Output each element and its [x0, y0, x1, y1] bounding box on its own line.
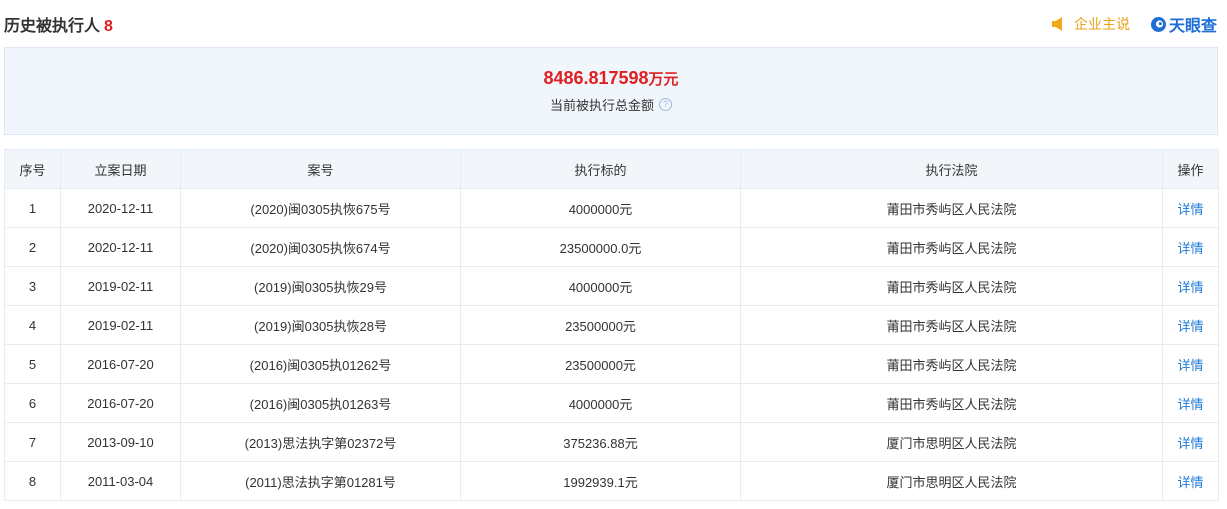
cell-execution-target: 23500000.0元: [460, 227, 741, 267]
detail-link[interactable]: 详情: [1177, 436, 1203, 451]
cell-action: 详情: [1162, 422, 1219, 462]
cell-court: 莆田市秀屿区人民法院: [740, 188, 1163, 228]
cell-action: 详情: [1162, 344, 1219, 384]
section-title: 历史被执行人 8: [4, 12, 113, 36]
table-row: 8 2011-03-04 (2011)思法执字第01281号 1992939.1…: [4, 461, 1219, 501]
section-header: 历史被执行人 8 企业主说 天眼查: [0, 0, 1227, 46]
cell-case-number: (2020)闽0305执恢675号: [180, 188, 461, 228]
cell-index: 4: [4, 305, 61, 345]
section-title-text: 历史被执行人: [4, 18, 101, 35]
table-header-row: 序号 立案日期 案号 执行标的 执行法院 操作: [4, 149, 1219, 189]
cell-court: 莆田市秀屿区人民法院: [740, 266, 1163, 306]
cell-action: 详情: [1162, 188, 1219, 228]
cell-court: 厦门市思明区人民法院: [740, 461, 1163, 501]
cell-action: 详情: [1162, 305, 1219, 345]
cell-execution-target: 23500000元: [460, 344, 741, 384]
cell-execution-target: 4000000元: [460, 188, 741, 228]
total-amount-label-row: 当前被执行总金额 ?: [5, 95, 1217, 114]
column-header-filing-date: 立案日期: [60, 149, 181, 189]
table-row: 2 2020-12-11 (2020)闽0305执恢674号 23500000.…: [4, 227, 1219, 267]
brand-logo: 天眼查: [1150, 12, 1217, 36]
cell-action: 详情: [1162, 227, 1219, 267]
cell-case-number: (2020)闽0305执恢674号: [180, 227, 461, 267]
cell-filing-date: 2020-12-11: [60, 227, 181, 267]
detail-link[interactable]: 详情: [1177, 358, 1203, 373]
cell-index: 6: [4, 383, 61, 423]
cell-filing-date: 2016-07-20: [60, 383, 181, 423]
detail-link[interactable]: 详情: [1177, 241, 1203, 256]
cell-index: 2: [4, 227, 61, 267]
cell-court: 莆田市秀屿区人民法院: [740, 227, 1163, 267]
column-header-execution-target: 执行标的: [460, 149, 741, 189]
cell-execution-target: 23500000元: [460, 305, 741, 345]
cell-filing-date: 2013-09-10: [60, 422, 181, 462]
cell-court: 莆田市秀屿区人民法院: [740, 383, 1163, 423]
detail-link[interactable]: 详情: [1177, 202, 1203, 217]
cell-index: 8: [4, 461, 61, 501]
table-row: 7 2013-09-10 (2013)思法执字第02372号 375236.88…: [4, 422, 1219, 462]
cell-execution-target: 4000000元: [460, 266, 741, 306]
header-actions: 企业主说 天眼查: [1050, 12, 1217, 36]
column-header-case-number: 案号: [180, 149, 461, 189]
column-header-action: 操作: [1162, 149, 1219, 189]
total-amount: 8486.817598万元: [5, 68, 1217, 89]
cell-court: 莆田市秀屿区人民法院: [740, 344, 1163, 384]
brand-name: 天眼查: [1168, 18, 1217, 35]
cell-filing-date: 2020-12-11: [60, 188, 181, 228]
cell-execution-target: 1992939.1元: [460, 461, 741, 501]
cell-case-number: (2016)闽0305执01263号: [180, 383, 461, 423]
cell-case-number: (2011)思法执字第01281号: [180, 461, 461, 501]
cell-court: 厦门市思明区人民法院: [740, 422, 1163, 462]
cell-action: 详情: [1162, 266, 1219, 306]
tianyancha-logo-icon: [1150, 16, 1166, 32]
table-row: 3 2019-02-11 (2019)闽0305执恢29号 4000000元 莆…: [4, 266, 1219, 306]
total-amount-value: 8486.817598: [543, 68, 649, 88]
help-icon[interactable]: ?: [659, 98, 672, 111]
claim-link[interactable]: 企业主说: [1074, 14, 1130, 34]
cell-index: 1: [4, 188, 61, 228]
cell-action: 详情: [1162, 461, 1219, 501]
cell-filing-date: 2016-07-20: [60, 344, 181, 384]
column-header-index: 序号: [4, 149, 61, 189]
speaker-icon[interactable]: [1050, 15, 1068, 33]
cell-execution-target: 4000000元: [460, 383, 741, 423]
cell-filing-date: 2019-02-11: [60, 266, 181, 306]
total-amount-summary: 8486.817598万元 当前被执行总金额 ?: [4, 47, 1218, 135]
cell-index: 5: [4, 344, 61, 384]
cell-court: 莆田市秀屿区人民法院: [740, 305, 1163, 345]
total-amount-unit: 万元: [648, 71, 679, 88]
executed-person-table: 序号 立案日期 案号 执行标的 执行法院 操作 1 2020-12-11 (20…: [4, 149, 1219, 501]
cell-filing-date: 2011-03-04: [60, 461, 181, 501]
detail-link[interactable]: 详情: [1177, 319, 1203, 334]
table-row: 5 2016-07-20 (2016)闽0305执01262号 23500000…: [4, 344, 1219, 384]
cell-action: 详情: [1162, 383, 1219, 423]
detail-link[interactable]: 详情: [1177, 397, 1203, 412]
cell-case-number: (2019)闽0305执恢29号: [180, 266, 461, 306]
column-header-court: 执行法院: [740, 149, 1163, 189]
cell-case-number: (2013)思法执字第02372号: [180, 422, 461, 462]
cell-index: 7: [4, 422, 61, 462]
detail-link[interactable]: 详情: [1177, 280, 1203, 295]
table-row: 1 2020-12-11 (2020)闽0305执恢675号 4000000元 …: [4, 188, 1219, 228]
detail-link[interactable]: 详情: [1177, 475, 1203, 490]
cell-execution-target: 375236.88元: [460, 422, 741, 462]
cell-case-number: (2019)闽0305执恢28号: [180, 305, 461, 345]
table-row: 6 2016-07-20 (2016)闽0305执01263号 4000000元…: [4, 383, 1219, 423]
table-row: 4 2019-02-11 (2019)闽0305执恢28号 23500000元 …: [4, 305, 1219, 345]
record-count: 8: [104, 18, 113, 35]
cell-index: 3: [4, 266, 61, 306]
cell-case-number: (2016)闽0305执01262号: [180, 344, 461, 384]
cell-filing-date: 2019-02-11: [60, 305, 181, 345]
total-amount-label: 当前被执行总金额: [549, 98, 654, 113]
